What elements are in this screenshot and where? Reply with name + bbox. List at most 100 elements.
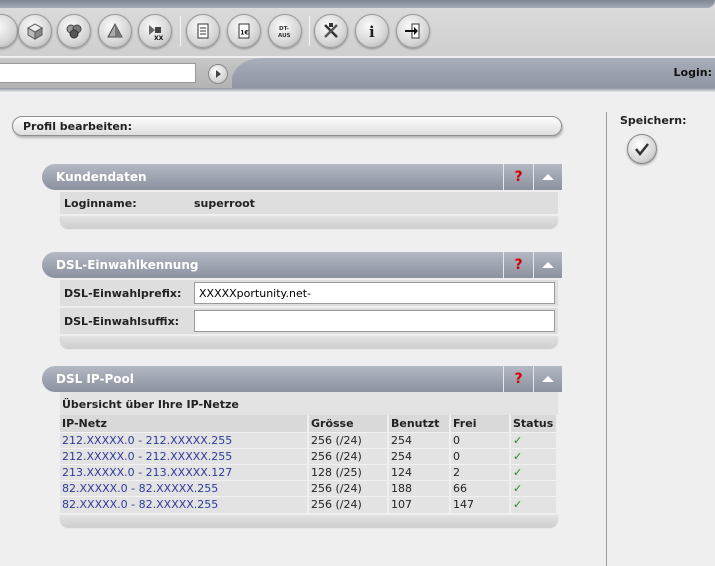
free-cell: 66 bbox=[450, 480, 511, 497]
size-cell: 128 (/25) bbox=[308, 464, 389, 481]
size-cell: 256 (/24) bbox=[308, 432, 389, 449]
table-row: 213.XXXXX.0 - 213.XXXXX.127 128 (/25) 12… bbox=[60, 464, 558, 481]
used-cell: 107 bbox=[388, 496, 451, 513]
cube-button[interactable] bbox=[18, 14, 52, 48]
invoice-button[interactable]: 1€ bbox=[227, 14, 261, 48]
table-header-row: IP-Netz Grösse Benutzt Frei Status bbox=[60, 415, 558, 433]
ip-net-link[interactable]: 82.XXXXX.0 - 82.XXXXX.255 bbox=[60, 480, 309, 497]
used-cell: 188 bbox=[388, 480, 451, 497]
exit-button[interactable] bbox=[396, 14, 430, 48]
section-footer bbox=[60, 336, 558, 348]
used-cell: 124 bbox=[388, 464, 451, 481]
column-header: IP-Netz bbox=[60, 415, 309, 433]
dt-aus-button[interactable]: DT- AUS bbox=[268, 14, 302, 48]
ip-net-link[interactable]: 212.XXXXX.0 - 212.XXXXX.255 bbox=[60, 448, 309, 465]
cubes-button[interactable] bbox=[57, 14, 91, 48]
play-arrow-icon bbox=[216, 70, 221, 78]
table-row: 82.XXXXX.0 - 82.XXXXX.255 256 (/24) 107 … bbox=[60, 496, 558, 513]
section-header: Kundendaten ? bbox=[42, 164, 562, 190]
address-bar-curve bbox=[232, 58, 715, 88]
free-cell: 0 bbox=[450, 448, 511, 465]
size-cell: 256 (/24) bbox=[308, 480, 389, 497]
form-row-prefix: DSL-Einwahlprefix: bbox=[60, 280, 558, 306]
status-check-icon: ✓ bbox=[510, 464, 558, 481]
size-cell: 256 (/24) bbox=[308, 448, 389, 465]
save-button[interactable] bbox=[627, 134, 657, 164]
status-check-icon: ✓ bbox=[510, 496, 558, 513]
exit-icon bbox=[405, 23, 420, 39]
status-check-icon: ✓ bbox=[510, 432, 558, 449]
help-button[interactable]: ? bbox=[503, 366, 533, 392]
section-title: DSL IP-Pool bbox=[56, 372, 134, 386]
free-cell: 2 bbox=[450, 464, 511, 481]
used-cell: 254 bbox=[388, 432, 451, 449]
xx-shapes-icon: XX bbox=[149, 25, 164, 41]
collapse-button[interactable] bbox=[533, 366, 562, 392]
euro-document-icon: 1€ bbox=[238, 23, 250, 39]
form-row-loginname: Loginname: superroot bbox=[60, 192, 558, 214]
column-header: Status bbox=[510, 415, 558, 433]
info-button[interactable]: i bbox=[355, 14, 389, 48]
tools-icon bbox=[324, 23, 338, 38]
status-check-icon: ✓ bbox=[510, 480, 558, 497]
section-title: DSL-Einwahlkennung bbox=[56, 258, 199, 272]
section-title: Kundendaten bbox=[56, 170, 147, 184]
section-header: DSL IP-Pool ? bbox=[42, 366, 562, 392]
suffix-label: DSL-Einwahlsuffix: bbox=[64, 314, 180, 328]
collapse-button[interactable] bbox=[533, 252, 562, 278]
svg-text:XX: XX bbox=[154, 35, 164, 41]
svg-text:AUS: AUS bbox=[278, 33, 291, 39]
toolbar-separator bbox=[309, 16, 310, 46]
address-bar-shadow bbox=[0, 88, 715, 92]
status-check-icon: ✓ bbox=[510, 448, 558, 465]
cubes-icon bbox=[66, 24, 82, 39]
size-cell: 256 (/24) bbox=[308, 496, 389, 513]
ip-net-link[interactable]: 213.XXXXX.0 - 213.XXXXX.127 bbox=[60, 464, 309, 481]
column-header: Frei bbox=[450, 415, 511, 433]
page-title: Profil bearbeiten: bbox=[12, 116, 562, 136]
cube-icon bbox=[26, 23, 44, 40]
ip-pool-table: IP-Netz Grösse Benutzt Frei Status 212.X… bbox=[60, 415, 558, 513]
prefix-input[interactable] bbox=[194, 282, 555, 304]
free-cell: 147 bbox=[450, 496, 511, 513]
table-row: 212.XXXXX.0 - 212.XXXXX.255 256 (/24) 25… bbox=[60, 448, 558, 465]
used-cell: 254 bbox=[388, 448, 451, 465]
right-divider bbox=[606, 112, 607, 566]
pool-caption: Übersicht über Ihre IP-Netze bbox=[60, 392, 558, 415]
help-button[interactable]: ? bbox=[503, 252, 533, 278]
document-icon bbox=[197, 23, 209, 39]
loginname-label: Loginname: bbox=[64, 196, 137, 210]
collapse-button[interactable] bbox=[533, 164, 562, 190]
free-cell: 0 bbox=[450, 432, 511, 449]
table-row: 212.XXXXX.0 - 212.XXXXX.255 256 (/24) 25… bbox=[60, 432, 558, 449]
loginname-value: superroot bbox=[194, 196, 255, 210]
section-dsl-ip-pool: DSL IP-Pool ? Übersicht über Ihre IP-Net… bbox=[42, 366, 562, 527]
svg-text:DT-: DT- bbox=[279, 26, 289, 32]
suffix-input[interactable] bbox=[194, 310, 555, 332]
section-footer bbox=[60, 216, 558, 228]
svg-text:1€: 1€ bbox=[240, 30, 248, 37]
help-button[interactable]: ? bbox=[503, 164, 533, 190]
ip-net-link[interactable]: 212.XXXXX.0 - 212.XXXXX.255 bbox=[60, 432, 309, 449]
section-header: DSL-Einwahlkennung ? bbox=[42, 252, 562, 278]
table-row: 82.XXXXX.0 - 82.XXXXX.255 256 (/24) 188 … bbox=[60, 480, 558, 497]
tools-button[interactable] bbox=[314, 14, 348, 48]
pyramid-icon bbox=[107, 22, 123, 38]
form-row-suffix: DSL-Einwahlsuffix: bbox=[60, 308, 558, 334]
dt-aus-icon: DT-AUS bbox=[278, 26, 291, 39]
save-label: Speichern: bbox=[620, 114, 687, 127]
section-footer bbox=[60, 514, 558, 527]
document-button[interactable] bbox=[186, 14, 220, 48]
shapes-button[interactable]: XX bbox=[138, 14, 172, 48]
checkmark-icon bbox=[635, 143, 649, 157]
go-button[interactable] bbox=[208, 64, 228, 84]
prefix-label: DSL-Einwahlprefix: bbox=[64, 286, 182, 300]
pyramid-button[interactable] bbox=[98, 14, 132, 48]
address-input[interactable] bbox=[0, 63, 196, 83]
section-kundendaten: Kundendaten ? Loginname: superroot bbox=[42, 164, 562, 228]
section-dsl-einwahlkennung: DSL-Einwahlkennung ? DSL-Einwahlprefix: … bbox=[42, 252, 562, 348]
toolbar-edge bbox=[0, 0, 715, 8]
column-header: Grösse bbox=[308, 415, 389, 433]
toolbar-separator bbox=[180, 16, 181, 46]
ip-net-link[interactable]: 82.XXXXX.0 - 82.XXXXX.255 bbox=[60, 496, 309, 513]
